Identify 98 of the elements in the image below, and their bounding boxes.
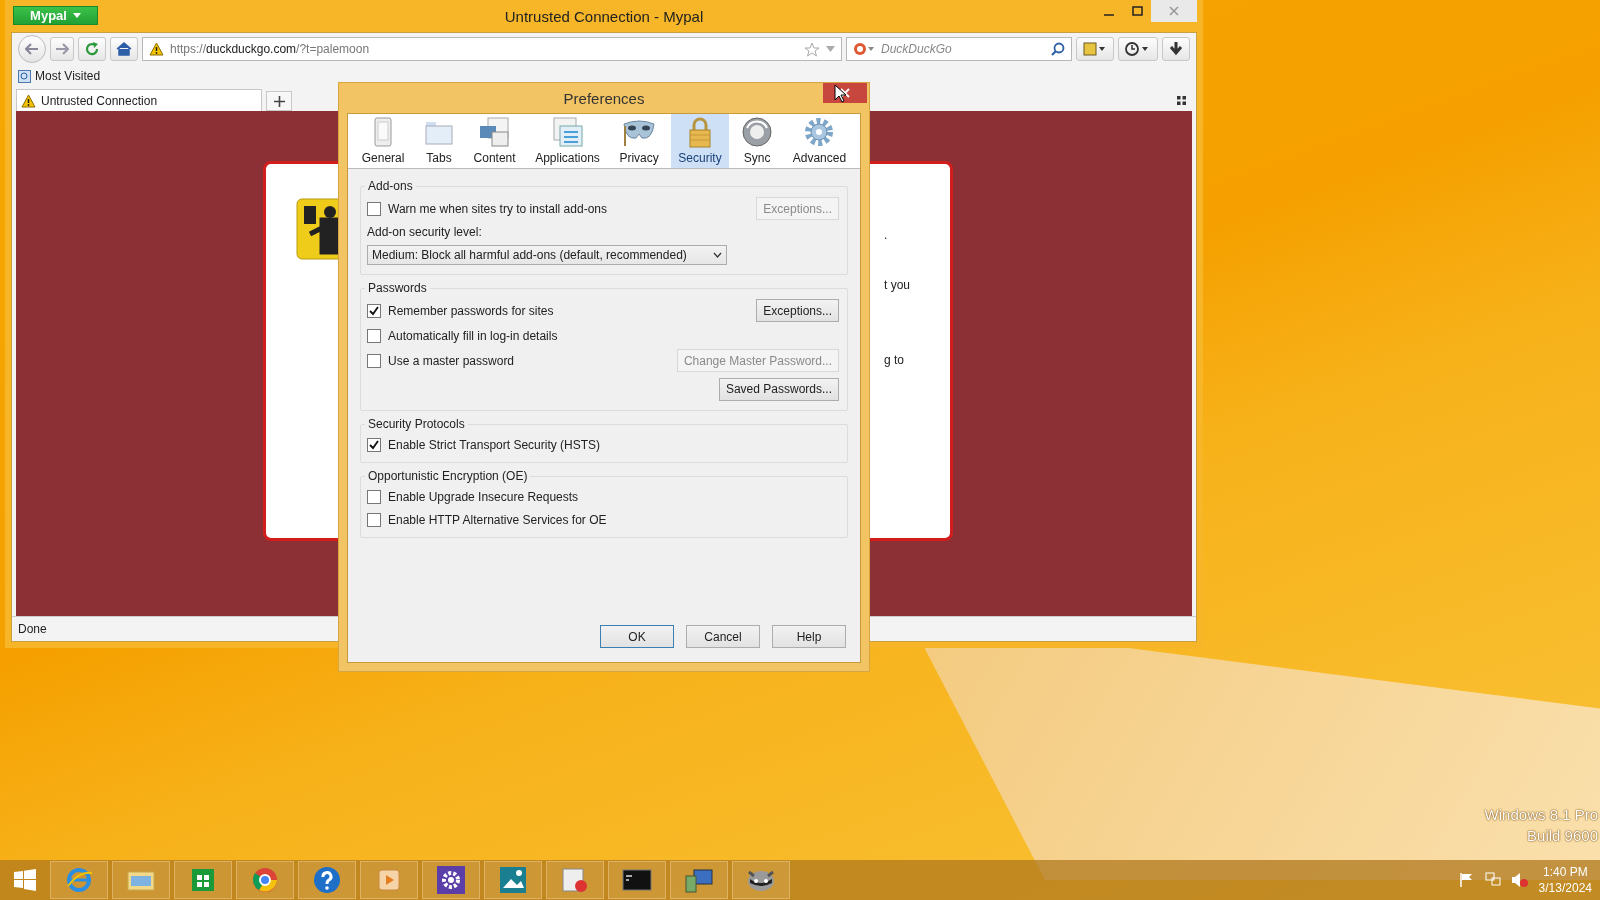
preference-pane-tab[interactable]: Privacy <box>612 114 666 168</box>
remote-desktop-icon <box>684 866 714 894</box>
dropdown[interactable]: Medium: Block all harmful add-ons (default, recommended) <box>367 245 727 265</box>
star-icon[interactable] <box>804 41 820 57</box>
image-viewer-icon <box>499 866 527 894</box>
back-button[interactable] <box>18 35 46 63</box>
maximize-icon <box>1131 6 1143 16</box>
windows-logo-icon <box>14 869 36 891</box>
group-title: Passwords <box>367 281 428 295</box>
forward-button[interactable] <box>50 37 74 61</box>
dialog-button[interactable]: Saved Passwords... <box>718 377 839 401</box>
bookmark-item[interactable]: Most Visited <box>18 69 101 83</box>
checkmark-icon <box>369 305 379 316</box>
warning-icon <box>21 93 36 108</box>
network-icon[interactable] <box>1484 872 1501 888</box>
home-button[interactable] <box>110 37 138 61</box>
checkmark-icon <box>369 439 379 450</box>
warning-icon <box>149 42 164 56</box>
close-icon <box>840 88 850 98</box>
checkbox-label: Enable Upgrade Insecure Requests <box>388 489 579 504</box>
preference-pane-tab[interactable]: General <box>354 114 412 168</box>
preference-pane-tab[interactable]: Advanced <box>785 114 854 168</box>
checkbox-label: Remember passwords for sites <box>388 303 554 318</box>
search-icon[interactable] <box>1051 42 1065 56</box>
checkbox[interactable] <box>367 512 381 527</box>
clock-menu-icon <box>1125 42 1151 56</box>
search-engine-icon <box>853 42 875 56</box>
os-watermark-text: Build 9600 <box>1527 827 1598 844</box>
help-question-icon <box>313 866 341 894</box>
reload-icon <box>85 42 99 56</box>
checkbox[interactable] <box>367 303 381 318</box>
chrome-ball-icon <box>252 867 278 893</box>
speaker-muted-icon[interactable] <box>1510 872 1529 888</box>
preference-pane-tab[interactable]: Sync <box>734 114 781 168</box>
close-icon <box>1169 6 1179 16</box>
plus-icon <box>273 95 285 107</box>
taskbar-app-button[interactable] <box>298 861 356 899</box>
settings-gear-icon <box>437 866 465 894</box>
new-tab-button[interactable] <box>266 91 292 111</box>
checkbox[interactable] <box>367 437 381 452</box>
dialog-button[interactable]: OK <box>600 625 674 648</box>
checkbox[interactable] <box>367 201 381 216</box>
mouse-cursor-icon <box>834 84 846 103</box>
folder-icon <box>127 868 155 892</box>
media-player-icon <box>376 867 402 893</box>
home-icon <box>116 42 132 56</box>
grid-icon[interactable] <box>1177 96 1186 105</box>
preference-pane-tab[interactable]: Applications <box>528 114 607 168</box>
caret-icon <box>72 13 81 18</box>
checkbox-label: Enable HTTP Alternative Services for OE <box>388 512 607 527</box>
download-button[interactable] <box>1162 37 1190 61</box>
chevron-down-icon <box>713 252 722 258</box>
taskbar-app-button[interactable] <box>732 861 790 899</box>
preference-pane-tab[interactable]: Content <box>466 114 523 168</box>
checkbox-label: Use a master password <box>388 353 515 368</box>
window-title: Untrusted Connection - Mypal <box>504 7 704 25</box>
browser-tab[interactable]: Untrusted Connection <box>16 89 262 111</box>
arrow-right-icon <box>55 43 69 55</box>
window-record-icon <box>561 866 589 894</box>
status-text: Done <box>18 622 47 636</box>
group-title: Security Protocols <box>367 417 466 431</box>
dialog-button[interactable]: Help <box>772 625 846 648</box>
checkbox-label: Automatically fill in log-in details <box>388 328 558 343</box>
taskbar-app-button[interactable] <box>670 861 728 899</box>
taskbar-app-button[interactable] <box>484 861 542 899</box>
page-text-fragment: g to <box>884 353 905 369</box>
download-arrow-icon <box>1169 42 1183 56</box>
os-watermark-text: Windows 8.1 Pro <box>1484 806 1598 823</box>
terminal-icon <box>622 868 652 892</box>
checkbox-label: Enable Strict Transport Security (HSTS) <box>388 437 601 452</box>
search-field[interactable]: DuckDuckGo <box>846 37 1072 61</box>
flag-icon[interactable] <box>1458 872 1475 888</box>
reload-button[interactable] <box>78 37 106 61</box>
taskbar-app-button[interactable] <box>608 861 666 899</box>
arrow-left-icon <box>25 43 39 55</box>
browser-e-icon <box>66 867 92 893</box>
field-label: Add-on security level: <box>367 225 482 239</box>
group-title: Add-ons <box>367 179 414 193</box>
page-text-fragment: . <box>884 228 889 244</box>
group-title: Opportunistic Encryption (OE) <box>367 469 529 483</box>
history-button[interactable] <box>1118 37 1158 61</box>
preference-pane-tab[interactable]: Security <box>671 114 729 168</box>
minimize-icon <box>1104 14 1114 16</box>
preference-pane-tab[interactable]: Tabs <box>417 114 461 168</box>
dialog-button[interactable]: Cancel <box>686 625 760 648</box>
page-text-fragment: t you <box>884 278 910 294</box>
checkbox[interactable] <box>367 353 381 368</box>
address-field[interactable]: https://duckduckgo.com/?t=palemoon <box>142 37 842 61</box>
taskbar-app-button[interactable] <box>422 861 480 899</box>
bookmark-menu-icon <box>1083 42 1107 56</box>
checkbox-label: Warn me when sites try to install add-ons <box>388 201 607 216</box>
bookmark-folder-icon <box>18 69 31 83</box>
checkbox[interactable] <box>367 489 381 504</box>
store-bag-icon <box>190 867 216 893</box>
chevron-down-icon[interactable] <box>826 46 835 52</box>
dialog-button[interactable]: Exceptions... <box>756 299 839 322</box>
dialog-title: Preferences <box>563 89 645 107</box>
checkbox[interactable] <box>367 328 381 343</box>
